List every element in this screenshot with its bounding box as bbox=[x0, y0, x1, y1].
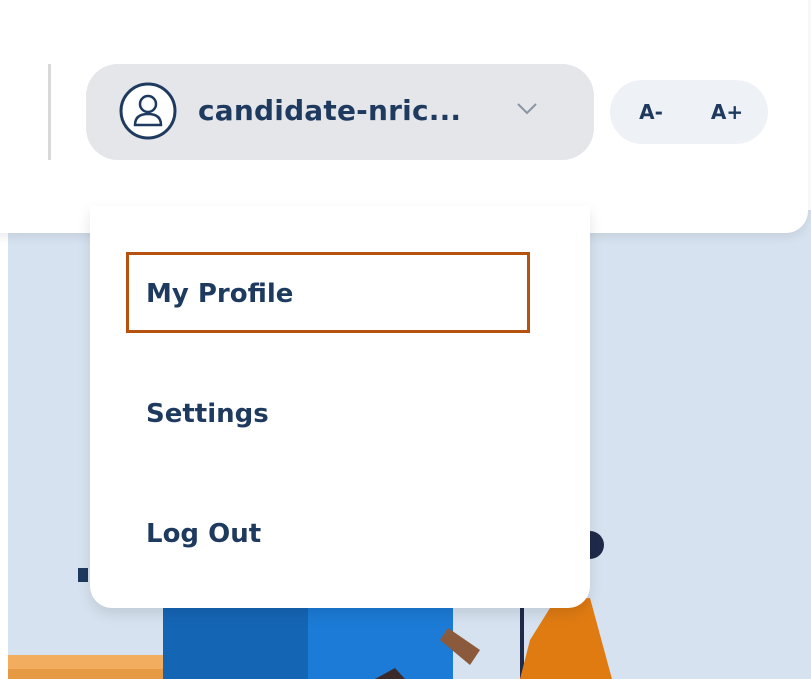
menu-item-log-out[interactable]: Log Out bbox=[126, 494, 526, 574]
user-dropdown-menu: My Profile Settings Log Out bbox=[90, 206, 590, 608]
user-icon bbox=[119, 82, 177, 140]
decrease-font-button[interactable]: A- bbox=[614, 80, 688, 144]
menu-item-my-profile[interactable]: My Profile bbox=[126, 254, 526, 334]
menu-item-settings[interactable]: Settings bbox=[126, 374, 526, 454]
header-divider bbox=[48, 64, 51, 160]
font-size-controls: A- A+ bbox=[610, 80, 768, 144]
username-label: candidate-nric... bbox=[198, 94, 462, 127]
user-menu-button[interactable]: candidate-nric... bbox=[86, 64, 594, 160]
chevron-down-icon bbox=[517, 103, 537, 115]
increase-font-button[interactable]: A+ bbox=[690, 80, 764, 144]
